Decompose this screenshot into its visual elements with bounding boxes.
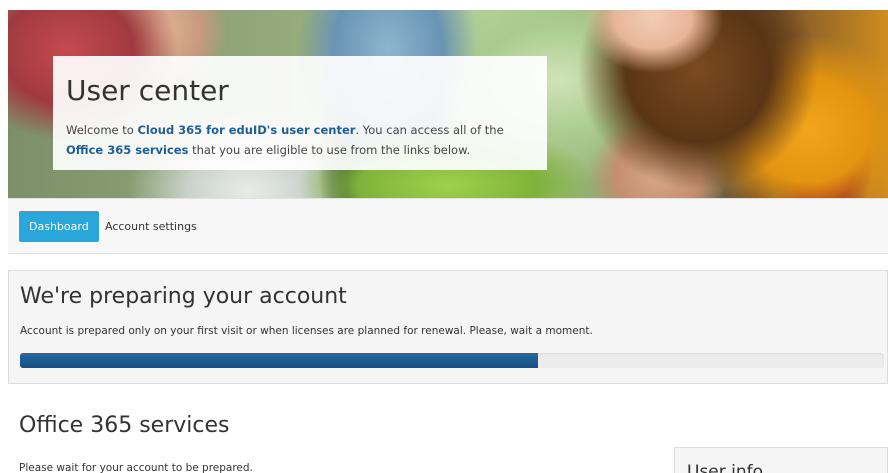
user-info-title: User info bbox=[687, 462, 764, 473]
welcome-text-2: . You can access all of the bbox=[355, 123, 504, 137]
nav-bar: Dashboard Account settings bbox=[8, 198, 888, 254]
tab-account-settings[interactable]: Account settings bbox=[95, 211, 207, 242]
user-info-panel: User info bbox=[674, 447, 888, 473]
brand-name: Cloud 365 for eduID's user center bbox=[137, 123, 356, 137]
preparing-text: Account is prepared only on your first v… bbox=[20, 325, 593, 337]
services-title: Office 365 services bbox=[19, 413, 230, 438]
welcome-text-1: Welcome to bbox=[66, 123, 138, 137]
welcome-card: User center Welcome to Cloud 365 for edu… bbox=[53, 56, 547, 170]
preparing-account-panel: We're preparing your account Account is … bbox=[8, 270, 888, 384]
hero-banner: User center Welcome to Cloud 365 for edu… bbox=[8, 10, 888, 198]
office-365-services-link[interactable]: Office 365 services bbox=[66, 143, 188, 157]
welcome-text-3: that you are eligible to use from the li… bbox=[188, 143, 471, 157]
user-center-page: User center Welcome to Cloud 365 for edu… bbox=[0, 0, 888, 473]
tab-dashboard[interactable]: Dashboard bbox=[19, 211, 99, 242]
progress-bar-fill bbox=[20, 353, 539, 368]
progress-bar bbox=[20, 353, 884, 368]
services-wait-text: Please wait for your account to be prepa… bbox=[19, 462, 253, 473]
page-title: User center bbox=[66, 74, 229, 107]
welcome-text: Welcome to Cloud 365 for eduID's user ce… bbox=[66, 120, 540, 160]
preparing-title: We're preparing your account bbox=[20, 284, 347, 309]
